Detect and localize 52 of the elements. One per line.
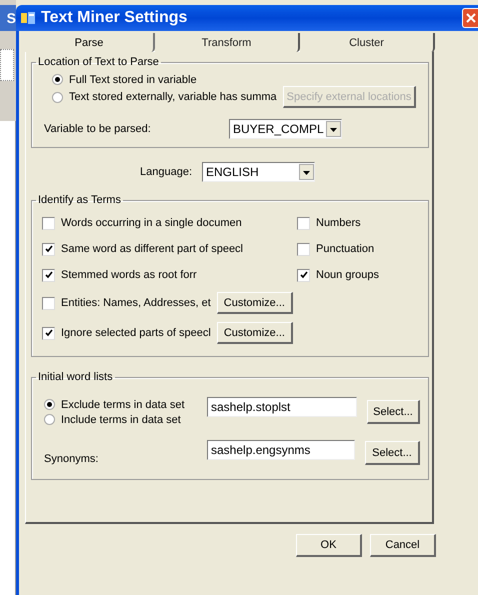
- group-title: Identify as Terms: [37, 194, 122, 206]
- tab[interactable]: Parse: [25, 33, 155, 52]
- customize-button[interactable]: Customize...: [216, 322, 293, 344]
- checkbox[interactable]: [42, 296, 55, 310]
- checkbox-label: Stemmed words as root forr: [61, 269, 197, 281]
- checkbox[interactable]: [42, 242, 55, 256]
- app-icon: [20, 11, 36, 25]
- select-button[interactable]: Select...: [367, 400, 420, 424]
- variable-label: Variable to be parsed:: [43, 123, 152, 135]
- close-button[interactable]: [462, 8, 478, 28]
- checkbox[interactable]: [42, 216, 55, 230]
- radio-label: Exclude terms in data set: [61, 398, 185, 410]
- radio-button[interactable]: [44, 399, 55, 410]
- checkbox[interactable]: [297, 242, 310, 256]
- checkbox-label: Numbers: [316, 217, 361, 229]
- dialog-button[interactable]: Cancel: [370, 534, 436, 557]
- checkbox-label: Noun groups: [316, 269, 379, 281]
- customize-button[interactable]: Customize...: [216, 292, 293, 314]
- group-title: Initial word lists: [37, 371, 114, 383]
- checkbox-label: Same word as different part of speecl: [61, 243, 244, 255]
- input-field[interactable]: sashelp.stoplst: [207, 397, 357, 417]
- check-icon: [44, 271, 52, 279]
- checkbox[interactable]: [42, 268, 55, 282]
- close-icon: [466, 13, 476, 23]
- checkbox-label: Punctuation: [316, 243, 374, 255]
- radio-button[interactable]: [44, 414, 55, 425]
- language-dropdown[interactable]: ENGLISH: [202, 162, 315, 182]
- synonyms-label: Synonyms:: [43, 452, 100, 465]
- check-icon: [44, 245, 52, 253]
- select-button[interactable]: Select...: [365, 441, 420, 465]
- tab[interactable]: Transform: [155, 33, 300, 52]
- checkbox[interactable]: [297, 268, 310, 282]
- background-window-title: S: [0, 5, 16, 31]
- checkbox[interactable]: [297, 216, 310, 230]
- radio-label: Text stored externally, variable has summa: [69, 91, 277, 103]
- group-title: Location of Text to Parse: [37, 56, 160, 68]
- tab[interactable]: Cluster: [300, 33, 435, 52]
- radio-label: Include terms in data set: [61, 414, 181, 426]
- check-icon: [44, 329, 52, 337]
- checkbox-label: Words occurring in a single documen: [61, 217, 242, 229]
- check-icon: [300, 271, 308, 279]
- window-title: Text Miner Settings: [41, 9, 188, 27]
- variable-dropdown[interactable]: BUYER_COMPL: [229, 119, 342, 139]
- checkbox[interactable]: [42, 326, 55, 340]
- radio-button[interactable]: [52, 74, 63, 85]
- language-label: Language:: [139, 166, 193, 178]
- radio-button[interactable]: [52, 92, 63, 102]
- radio-label: Full Text stored in variable: [69, 74, 197, 86]
- input-field[interactable]: sashelp.engsynms: [207, 440, 355, 460]
- checkbox-label: Ignore selected parts of speecl: [61, 327, 211, 339]
- dialog-button[interactable]: OK: [296, 534, 362, 557]
- checkbox-label: Entities: Names, Addresses, et: [61, 297, 211, 309]
